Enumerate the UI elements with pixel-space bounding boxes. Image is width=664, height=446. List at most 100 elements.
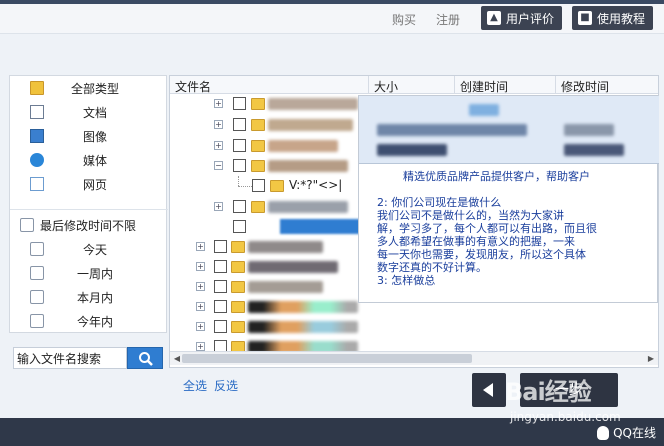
tutorial-button[interactable]: ■ 使用教程	[572, 6, 654, 30]
calendar-icon	[20, 218, 34, 232]
category-label: 全部类型	[70, 81, 119, 96]
calendar-icon	[30, 242, 44, 256]
expand-icon[interactable]: +	[196, 282, 205, 291]
time-label: 今年内	[76, 314, 113, 329]
category-images[interactable]: 图像	[10, 126, 168, 146]
tree-row[interactable]: +	[170, 317, 658, 337]
row-checkbox[interactable]	[233, 220, 246, 233]
divider	[10, 209, 168, 210]
blurred-meta	[377, 124, 527, 136]
popup-line: 精选优质品牌产品提供客户，帮助客户	[403, 170, 590, 183]
popup-line: 每一天你也需要，发现朋友，所以这个具体	[377, 248, 586, 261]
col-size[interactable]: 大小	[374, 78, 398, 95]
register-link[interactable]: 注册	[436, 11, 460, 28]
col-filename[interactable]: 文件名	[175, 78, 211, 95]
category-label: 文档	[82, 105, 107, 120]
time-label: 今天	[82, 242, 107, 257]
column-divider	[368, 76, 369, 94]
tutorial-label: 使用教程	[597, 11, 646, 26]
back-button[interactable]	[472, 373, 506, 407]
expand-icon[interactable]: +	[196, 342, 205, 351]
top-nav: 购买 注册 ▲ 用户评价 ■ 使用教程	[0, 4, 664, 34]
select-all-link[interactable]: 全选	[183, 377, 207, 394]
time-filter-header[interactable]: 最后修改时间不限	[10, 215, 168, 235]
category-label: 图像	[82, 129, 107, 144]
row-checkbox[interactable]	[233, 97, 246, 110]
search-input[interactable]: 输入文件名搜索	[13, 347, 127, 369]
folder-icon	[231, 321, 245, 333]
row-checkbox[interactable]	[233, 139, 246, 152]
time-filter-label: 最后修改时间不限	[40, 218, 137, 233]
document-preview-popup: 精选优质品牌产品提供客户，帮助客户 2: 你们公司现在是做什么 我们公司不是做什…	[358, 95, 659, 303]
folder-icon	[251, 119, 265, 131]
popup-blank	[377, 183, 655, 196]
category-media[interactable]: 媒体	[10, 150, 168, 170]
blurred-meta	[377, 144, 447, 156]
qq-online-label: QQ在线	[613, 426, 656, 440]
row-checkbox[interactable]	[214, 260, 227, 273]
row-checkbox[interactable]	[252, 179, 265, 192]
time-year[interactable]: 今年内	[10, 311, 168, 331]
expand-icon[interactable]: +	[196, 302, 205, 311]
column-divider	[454, 76, 455, 94]
invert-selection-link[interactable]: 反选	[214, 377, 238, 394]
popup-line: 解，学习多了，每个人都可以有出路，而且很	[377, 222, 597, 235]
user-review-label: 用户评价	[506, 11, 555, 26]
expand-icon[interactable]: +	[196, 242, 205, 251]
blurred-filename	[268, 201, 348, 213]
collapse-icon[interactable]: −	[214, 161, 223, 170]
scroll-left-icon[interactable]: ◀	[172, 354, 182, 363]
folder-icon	[231, 261, 245, 273]
scroll-right-icon[interactable]: ▶	[646, 354, 656, 363]
blurred-filename	[248, 261, 338, 273]
document-icon	[30, 105, 44, 119]
time-week[interactable]: 一周内	[10, 263, 168, 283]
popup-line: 数字还真的不好计算。	[377, 261, 487, 274]
search-button[interactable]	[127, 347, 163, 369]
category-web[interactable]: 网页	[10, 174, 168, 194]
row-checkbox[interactable]	[214, 300, 227, 313]
expand-icon[interactable]: +	[196, 322, 205, 331]
expand-icon[interactable]: +	[214, 141, 223, 150]
expand-icon[interactable]: +	[214, 99, 223, 108]
popup-body: 精选优质品牌产品提供客户，帮助客户 2: 你们公司现在是做什么 我们公司不是做什…	[377, 170, 655, 287]
expand-icon[interactable]: +	[196, 262, 205, 271]
calendar-icon	[30, 314, 44, 328]
category-docs[interactable]: 文档	[10, 102, 168, 122]
col-created[interactable]: 创建时间	[460, 78, 508, 95]
folder-icon	[251, 140, 265, 152]
popup-line: 我们公司不是做什么的，当然为大家讲	[377, 209, 564, 222]
row-checkbox[interactable]	[233, 200, 246, 213]
time-today[interactable]: 今天	[10, 239, 168, 259]
blurred-filename	[248, 301, 358, 313]
selected-highlight	[280, 219, 360, 234]
folder-icon	[270, 180, 284, 192]
col-modified[interactable]: 修改时间	[561, 78, 609, 95]
thumbs-up-icon: ▲	[487, 11, 501, 25]
row-checkbox[interactable]	[214, 240, 227, 253]
time-label: 一周内	[76, 266, 113, 281]
image-icon	[30, 129, 44, 143]
expand-icon[interactable]: +	[214, 120, 223, 129]
time-month[interactable]: 本月内	[10, 287, 168, 307]
row-checkbox[interactable]	[214, 320, 227, 333]
blurred-title	[469, 104, 499, 116]
buy-link[interactable]: 购买	[392, 11, 416, 28]
qq-online-link[interactable]: QQ在线	[597, 424, 656, 441]
category-label: 网页	[82, 177, 107, 192]
tree-line	[238, 176, 239, 186]
category-all[interactable]: 全部类型	[10, 78, 168, 98]
media-icon	[30, 153, 44, 167]
blurred-filename	[248, 241, 323, 253]
row-checkbox[interactable]	[233, 118, 246, 131]
row-checkbox[interactable]	[233, 159, 246, 172]
user-review-button[interactable]: ▲ 用户评价	[481, 6, 563, 30]
book-icon: ■	[578, 11, 592, 25]
scrollbar-thumb[interactable]	[182, 354, 472, 363]
folder-icon	[251, 201, 265, 213]
search-icon	[139, 352, 153, 366]
expand-icon[interactable]: +	[214, 202, 223, 211]
blurred-filename	[268, 98, 358, 110]
row-checkbox[interactable]	[214, 280, 227, 293]
blurred-filename	[268, 140, 338, 152]
